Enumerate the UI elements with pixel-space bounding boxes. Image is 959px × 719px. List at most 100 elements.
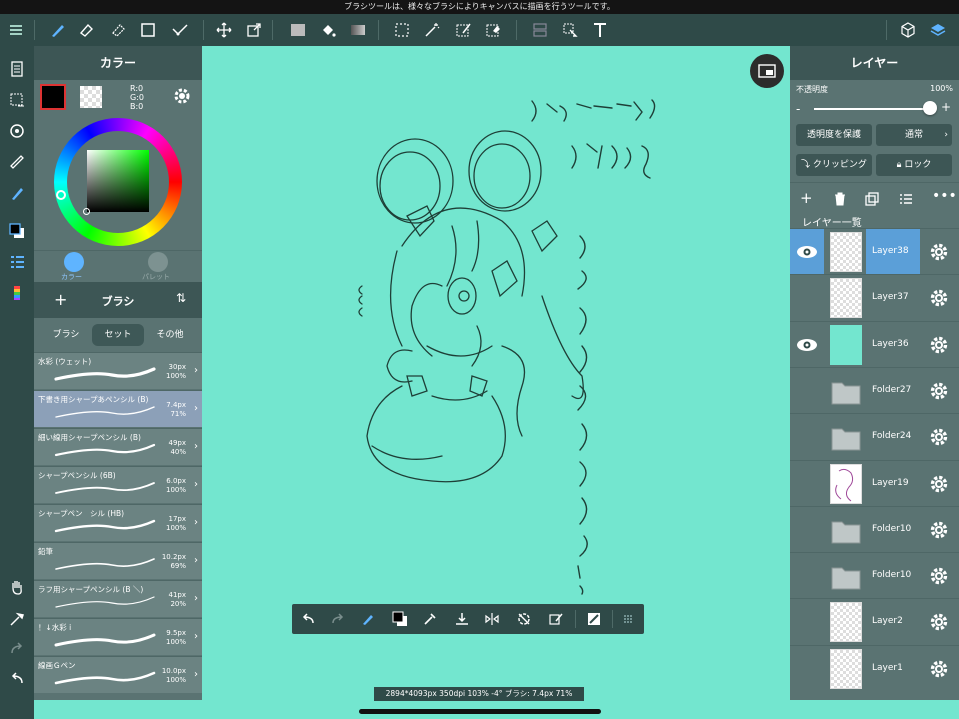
saturation-value-square[interactable] bbox=[87, 150, 149, 212]
lock-button[interactable]: 🔒︎ ロック bbox=[876, 154, 952, 176]
blur-tool-icon[interactable] bbox=[104, 14, 132, 46]
flip-horizontal-icon[interactable] bbox=[478, 604, 506, 634]
stroke-correction-icon[interactable] bbox=[166, 14, 194, 46]
selection-list-icon[interactable] bbox=[4, 87, 30, 113]
eye-hidden-icon[interactable] bbox=[790, 646, 824, 692]
layer-row[interactable]: Layer37 bbox=[790, 274, 959, 320]
layer-settings-gear-icon[interactable] bbox=[929, 335, 949, 355]
eye-hidden-icon[interactable] bbox=[790, 461, 824, 507]
eyedropper-icon[interactable] bbox=[4, 606, 30, 632]
clipping-button[interactable]: ⤵ クリッピング bbox=[796, 154, 872, 176]
tab-other[interactable]: その他 bbox=[144, 324, 196, 346]
select-eraser-icon[interactable] bbox=[480, 14, 508, 46]
color-tab-label[interactable]: カラー bbox=[61, 272, 82, 282]
brush-item[interactable]: 水彩 (ウェット) 30px 100% › bbox=[34, 352, 202, 389]
layer-row[interactable]: Layer1 bbox=[790, 644, 959, 692]
move-tool-icon[interactable] bbox=[210, 14, 238, 46]
chevron-right-icon[interactable]: › bbox=[194, 517, 198, 528]
opacity-slider-knob[interactable] bbox=[923, 101, 937, 115]
eraser-tool-icon[interactable] bbox=[72, 14, 100, 46]
brush-tool-icon[interactable] bbox=[44, 14, 72, 46]
redo-icon[interactable] bbox=[4, 636, 30, 662]
layer-row[interactable]: Layer38 bbox=[790, 228, 959, 275]
palette-tab-icon[interactable] bbox=[148, 252, 168, 272]
layers-toggle-icon[interactable] bbox=[924, 14, 952, 46]
layer-row[interactable]: Layer19 bbox=[790, 459, 959, 507]
drawing-canvas[interactable] bbox=[202, 46, 790, 700]
materials-icon[interactable] bbox=[894, 14, 922, 46]
palette-tab-label[interactable]: パレット bbox=[142, 272, 170, 282]
layer-settings-gear-icon[interactable] bbox=[929, 659, 949, 679]
layer-settings-gear-icon[interactable] bbox=[929, 427, 949, 447]
ruler-icon[interactable] bbox=[4, 149, 30, 175]
undo-button-icon[interactable] bbox=[294, 604, 322, 634]
layer-settings-gear-icon[interactable] bbox=[929, 612, 949, 632]
color-swap-icon[interactable] bbox=[386, 604, 414, 634]
layer-settings-gear-icon[interactable] bbox=[929, 381, 949, 401]
brush-item[interactable]: 鉛筆 10.2px 69% › bbox=[34, 542, 202, 579]
hue-cursor[interactable] bbox=[56, 190, 66, 200]
color-palette-icon[interactable] bbox=[4, 280, 30, 306]
opacity-decrease-button[interactable]: - bbox=[796, 102, 800, 116]
rotate-canvas-icon[interactable] bbox=[4, 118, 30, 144]
add-layer-button[interactable]: + bbox=[800, 189, 813, 207]
redo-button-icon[interactable] bbox=[324, 604, 352, 634]
more-options-icon[interactable]: ••• bbox=[932, 188, 957, 204]
eye-icon[interactable] bbox=[790, 229, 824, 275]
chevron-right-icon[interactable]: › bbox=[194, 669, 198, 680]
layer-settings-gear-icon[interactable] bbox=[929, 520, 949, 540]
rotate-reset-icon[interactable] bbox=[510, 604, 538, 634]
layer-settings-gear-icon[interactable] bbox=[929, 474, 949, 494]
magic-wand-icon[interactable] bbox=[418, 14, 446, 46]
brush-item[interactable]: シャープペン シル (HB) 17px 100% › bbox=[34, 504, 202, 541]
eye-hidden-icon[interactable] bbox=[790, 368, 824, 414]
brush-toggle-icon[interactable] bbox=[354, 604, 382, 634]
text-tool-icon[interactable] bbox=[586, 14, 614, 46]
tab-set[interactable]: セット bbox=[92, 324, 144, 346]
eye-hidden-icon[interactable] bbox=[790, 275, 824, 321]
shape-tool-icon[interactable] bbox=[134, 14, 162, 46]
protect-alpha-button[interactable]: 透明度を保護 bbox=[796, 124, 872, 146]
delete-layer-icon[interactable] bbox=[832, 191, 848, 207]
layer-row[interactable]: Layer36 bbox=[790, 320, 959, 367]
opacity-increase-button[interactable]: + bbox=[941, 100, 951, 114]
select-tool-icon[interactable] bbox=[388, 14, 416, 46]
eyedropper-button-icon[interactable] bbox=[416, 604, 444, 634]
layer-settings-gear-icon[interactable] bbox=[929, 242, 949, 262]
transform-tool-icon[interactable] bbox=[240, 14, 268, 46]
select-pen-icon[interactable] bbox=[450, 14, 478, 46]
document-icon[interactable] bbox=[4, 56, 30, 82]
layer-properties-icon[interactable] bbox=[898, 191, 914, 207]
layer-row[interactable]: Folder10 bbox=[790, 552, 959, 598]
color-cursor[interactable] bbox=[83, 208, 90, 215]
color-tab-icon[interactable] bbox=[64, 252, 84, 272]
layer-settings-gear-icon[interactable] bbox=[929, 288, 949, 308]
brush-item[interactable]: ラフ用シャープペンシル (B ＼) 41px 20% › bbox=[34, 580, 202, 617]
hand-tool-icon[interactable] bbox=[4, 574, 30, 600]
bucket-tool-icon[interactable] bbox=[314, 14, 342, 46]
fill-color-icon[interactable] bbox=[284, 14, 312, 46]
selection-pen-icon[interactable] bbox=[542, 604, 570, 634]
opacity-slider-track[interactable] bbox=[814, 108, 930, 110]
layer-row[interactable]: Folder10 bbox=[790, 505, 959, 553]
eye-hidden-icon[interactable] bbox=[790, 507, 824, 553]
operation-tool-icon[interactable] bbox=[556, 14, 584, 46]
layer-settings-gear-icon[interactable] bbox=[929, 566, 949, 586]
duplicate-layer-icon[interactable] bbox=[864, 191, 880, 207]
brush-item[interactable]: 細い線用シャープペンシル (B) 49px 40% › bbox=[34, 428, 202, 465]
tab-brush[interactable]: ブラシ bbox=[40, 324, 92, 346]
menu-icon[interactable] bbox=[2, 14, 30, 46]
eye-hidden-icon[interactable] bbox=[790, 414, 824, 460]
chevron-right-icon[interactable]: › bbox=[194, 403, 198, 414]
save-download-icon[interactable] bbox=[448, 604, 476, 634]
brush-item[interactable]: 下書き用シャープあペンシル (B) 7.4px 71% › bbox=[34, 390, 202, 427]
brush-settings-icon[interactable] bbox=[4, 180, 30, 206]
frame-divider-icon[interactable] bbox=[526, 14, 554, 46]
sort-brush-icon[interactable]: ⇅ bbox=[176, 291, 186, 305]
brush-item[interactable]: シャープペンシル (6B) 6.0px 100% › bbox=[34, 466, 202, 503]
brush-item[interactable]: ！↓水彩 i 9.5px 100% › bbox=[34, 618, 202, 655]
undo-icon[interactable] bbox=[4, 666, 30, 692]
toolbar-grip-icon[interactable] bbox=[614, 604, 642, 634]
layer-list-icon[interactable] bbox=[4, 249, 30, 275]
color-swatch-icon[interactable] bbox=[4, 218, 30, 244]
